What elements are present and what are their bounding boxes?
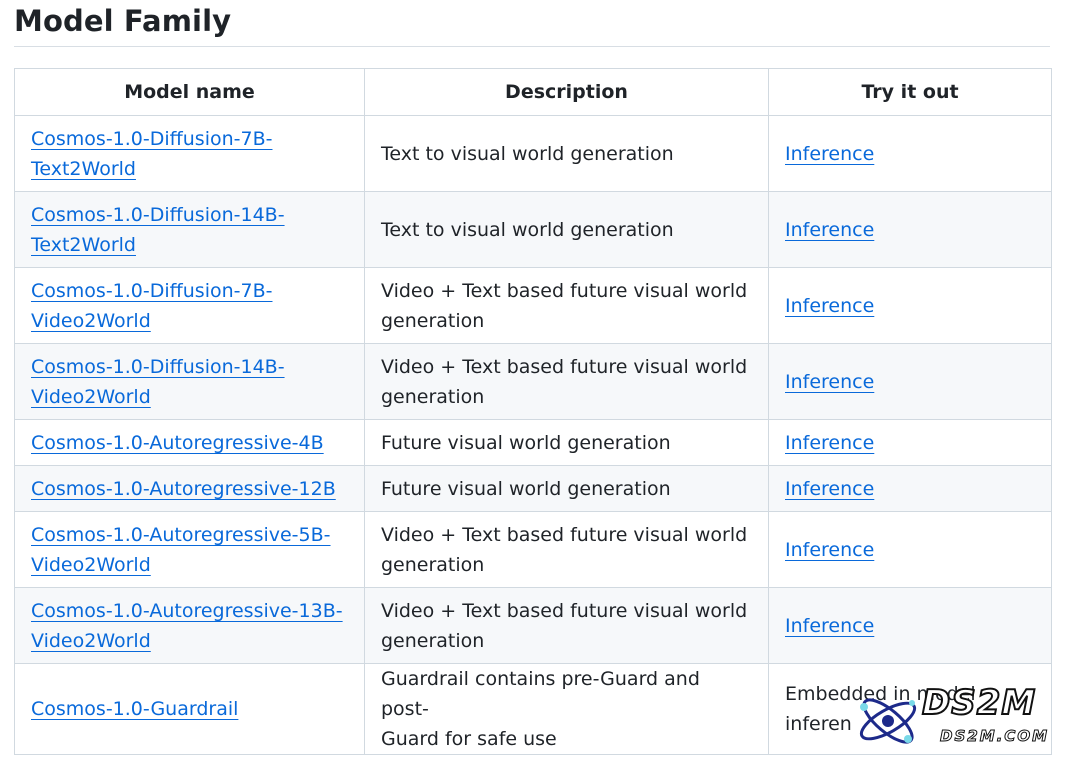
table-header-row: Model name Description Try it out <box>14 68 1052 116</box>
description-cell: Text to visual world generation <box>364 115 769 192</box>
model-name-cell: Cosmos-1.0-Diffusion-14B- Video2World <box>14 343 365 420</box>
inference-link[interactable]: Inference <box>785 432 874 454</box>
model-name-cell: Cosmos-1.0-Autoregressive-12B <box>14 465 365 512</box>
description-cell: Future visual world generation <box>364 465 769 512</box>
model-name-cell: Cosmos-1.0-Diffusion-7B- Video2World <box>14 267 365 344</box>
model-link[interactable]: Cosmos-1.0-Diffusion-7B- Text2World <box>31 128 272 180</box>
description-cell: Future visual world generation <box>364 419 769 466</box>
model-link[interactable]: Cosmos-1.0-Diffusion-14B- Video2World <box>31 356 285 408</box>
table-row: Cosmos-1.0-Autoregressive-4B Future visu… <box>14 419 1052 466</box>
table-row: Cosmos-1.0-Diffusion-14B- Text2World Text… <box>14 191 1052 268</box>
model-family-table: Model name Description Try it out Cosmos… <box>14 68 1052 755</box>
model-name-cell: Cosmos-1.0-Diffusion-7B- Text2World <box>14 115 365 192</box>
table-row: Cosmos-1.0-Diffusion-7B- Video2World Vide… <box>14 267 1052 344</box>
inference-link[interactable]: Inference <box>785 478 874 500</box>
header-description: Description <box>364 68 769 116</box>
try-cell: Inference <box>768 343 1052 420</box>
try-cell: Inference <box>768 419 1052 466</box>
table-row: Cosmos-1.0-Diffusion-14B- Video2World Vid… <box>14 343 1052 420</box>
model-link[interactable]: Cosmos-1.0-Diffusion-7B- Video2World <box>31 280 272 332</box>
inference-link[interactable]: Inference <box>785 143 874 165</box>
table-row: Cosmos-1.0-Diffusion-7B- Text2World Text … <box>14 115 1052 192</box>
description-cell: Video + Text based future visual world ge… <box>364 343 769 420</box>
model-name-cell: Cosmos-1.0-Autoregressive-5B- Video2World <box>14 511 365 588</box>
table-row: Cosmos-1.0-Autoregressive-12B Future vis… <box>14 465 1052 512</box>
model-name-cell: Cosmos-1.0-Diffusion-14B- Text2World <box>14 191 365 268</box>
description-cell: Video + Text based future visual world ge… <box>364 587 769 664</box>
atom-logo-icon <box>859 698 917 744</box>
header-try-it-out: Try it out <box>768 68 1052 116</box>
try-cell: Inference <box>768 267 1052 344</box>
table-row: Cosmos-1.0-Autoregressive-13B- Video2Worl… <box>14 587 1052 664</box>
page-title: Model Family <box>14 4 232 38</box>
inference-link[interactable]: Inference <box>785 371 874 393</box>
try-cell: Inference <box>768 191 1052 268</box>
section-heading: Model Family <box>14 0 1050 47</box>
watermark: DS2M DS2M.COM <box>852 682 1072 755</box>
description-cell: Guardrail contains pre-Guard and post- Gu… <box>364 663 769 755</box>
description-cell: Video + Text based future visual world ge… <box>364 511 769 588</box>
try-cell: Inference <box>768 511 1052 588</box>
description-cell: Video + Text based future visual world ge… <box>364 267 769 344</box>
description-cell: Text to visual world generation <box>364 191 769 268</box>
model-name-cell: Cosmos-1.0-Guardrail <box>14 663 365 755</box>
embedded-note-line2: inferen <box>785 713 852 735</box>
model-name-cell: Cosmos-1.0-Autoregressive-4B <box>14 419 365 466</box>
header-model-name: Model name <box>14 68 365 116</box>
try-cell: Inference <box>768 465 1052 512</box>
watermark-text: DS2M <box>921 682 1037 724</box>
model-link[interactable]: Cosmos-1.0-Autoregressive-12B <box>31 478 336 500</box>
model-link[interactable]: Cosmos-1.0-Autoregressive-4B <box>31 432 324 454</box>
inference-link[interactable]: Inference <box>785 295 874 317</box>
try-cell: Inference <box>768 115 1052 192</box>
model-link[interactable]: Cosmos-1.0-Guardrail <box>31 698 238 720</box>
inference-link[interactable]: Inference <box>785 539 874 561</box>
inference-link[interactable]: Inference <box>785 219 874 241</box>
try-cell: Inference <box>768 587 1052 664</box>
inference-link[interactable]: Inference <box>785 615 874 637</box>
model-link[interactable]: Cosmos-1.0-Autoregressive-5B- Video2World <box>31 524 331 576</box>
model-link[interactable]: Cosmos-1.0-Diffusion-14B- Text2World <box>31 204 285 256</box>
watermark-subtext: DS2M.COM <box>939 727 1050 746</box>
table-row: Cosmos-1.0-Autoregressive-5B- Video2World… <box>14 511 1052 588</box>
model-link[interactable]: Cosmos-1.0-Autoregressive-13B- Video2Worl… <box>31 600 343 652</box>
model-name-cell: Cosmos-1.0-Autoregressive-13B- Video2Worl… <box>14 587 365 664</box>
